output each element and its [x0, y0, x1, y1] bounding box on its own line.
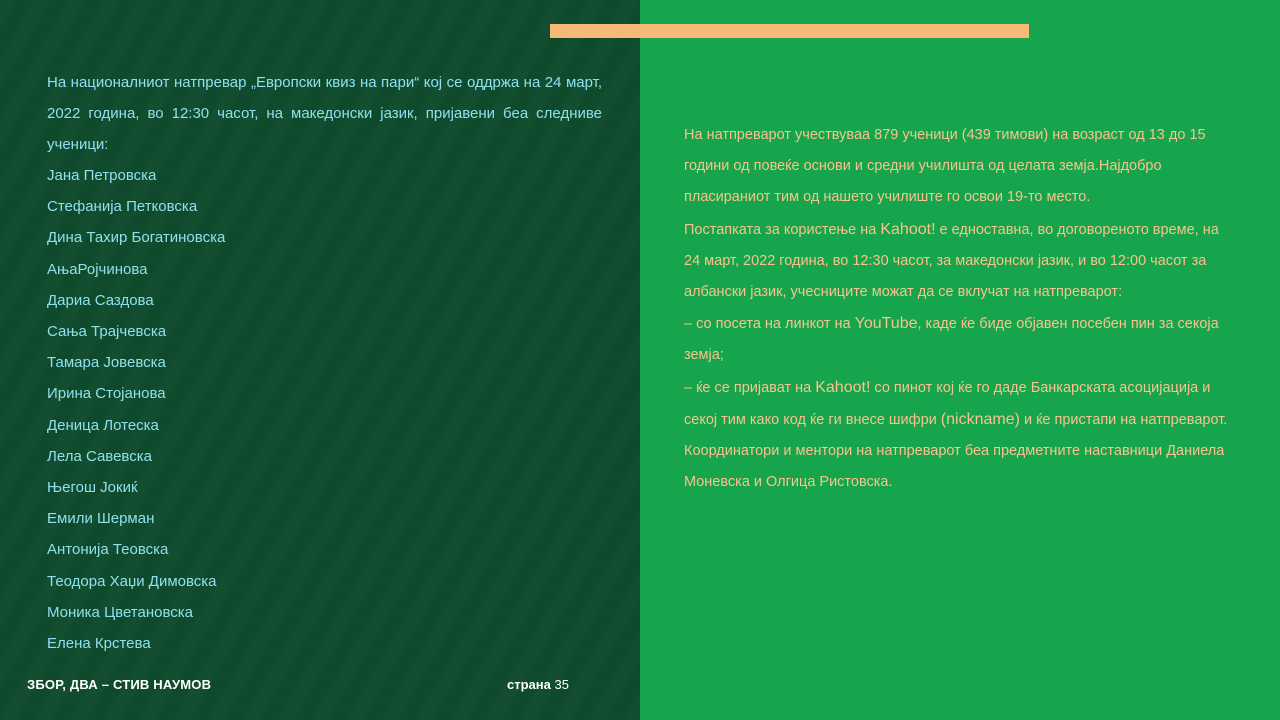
- page-number: страна 35: [507, 677, 569, 692]
- footer-title: ЗБОР, ДВА – СТИВ НАУМОВ: [27, 677, 212, 692]
- student-name: АњаРојчинова: [47, 260, 148, 278]
- nickname-term: (nickname): [940, 410, 1020, 428]
- text-span: – ќе се пријават на: [684, 379, 816, 396]
- page-label: страна: [507, 677, 551, 692]
- student-name: Емили Шерман: [47, 510, 155, 528]
- student-name: Теодора Хаџи Димовска: [47, 572, 217, 590]
- procedure-paragraph: Постапката за користење на Kahoot! е едн…: [684, 214, 1232, 309]
- text-span: – со посета на линкот на: [684, 316, 855, 333]
- right-text-block: На натпреварот учествуваа 879 ученици (4…: [684, 120, 1232, 498]
- student-name: Стефанија Петковска: [47, 198, 198, 216]
- coordinators-paragraph: Координатори и ментори на натпреварот бе…: [684, 443, 1225, 491]
- student-name: Антонија Теовска: [47, 541, 169, 559]
- student-name: Сања Трајчевска: [47, 323, 167, 341]
- student-name: Дина Тахир Богатиновска: [47, 229, 226, 247]
- student-name: Тамара Јовевска: [47, 354, 166, 372]
- text-span: Постапката за користење на: [684, 221, 881, 238]
- page-number-value: 35: [554, 677, 569, 692]
- kahoot-brand: Kahoot!: [880, 220, 936, 238]
- student-list: Јана Петровска Стефанија Петковска Дина …: [47, 160, 225, 659]
- student-name: Елена Крстева: [47, 635, 151, 653]
- youtube-bullet: – со посета на линкот на YouTube, каде ќ…: [684, 308, 1232, 371]
- student-name: Деница Лотеска: [47, 416, 159, 434]
- student-name: Лела Савевска: [47, 447, 152, 465]
- kahoot-bullet: – ќе се пријават на Kahoot! со пинот кој…: [684, 372, 1232, 436]
- intro-paragraph: На националниот натпревар „Европски квиз…: [47, 74, 602, 153]
- text-span: и ќе пристапи на натпреварот.: [1019, 411, 1228, 428]
- student-name: Његош Јокиќ: [47, 479, 138, 497]
- youtube-brand: YouTube: [854, 315, 918, 333]
- student-name: Јана Петровска: [47, 167, 157, 184]
- accent-bar: [550, 24, 1029, 38]
- student-name: Дариа Саздова: [47, 291, 154, 309]
- student-name: Моника Цветановска: [47, 603, 194, 621]
- kahoot-brand: Kahoot!: [815, 378, 871, 396]
- student-name: Ирина Стојанова: [47, 385, 166, 403]
- participation-paragraph: На натпреварот учествуваа 879 ученици (4…: [684, 127, 1206, 206]
